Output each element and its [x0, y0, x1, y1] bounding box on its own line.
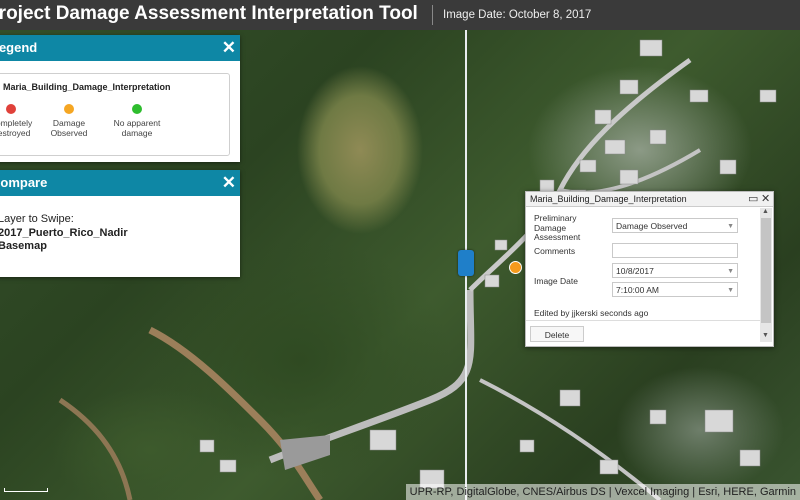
legend-damage-dot-icon	[64, 104, 74, 114]
swipe-label: Layer to Swipe:	[0, 213, 74, 225]
image-date-value: 10/8/2017	[616, 266, 654, 276]
image-time-select[interactable]: 7:10:00 AM ▼	[612, 282, 738, 297]
header-divider	[432, 5, 433, 25]
scroll-down-icon[interactable]: ▼	[762, 332, 769, 339]
legend-label: Destroyed	[0, 128, 31, 138]
legend-no-damage-dot-icon	[132, 104, 142, 114]
dirt-road	[148, 326, 323, 500]
maximize-icon[interactable]: ▭	[748, 192, 758, 205]
compare-panel-header: Compare ✕	[0, 170, 240, 196]
compare-panel-title: Compare	[0, 175, 48, 190]
close-icon[interactable]: ✕	[761, 192, 770, 205]
image-time-value: 7:10:00 AM	[616, 285, 660, 295]
legend-item-no-damage: No apparent damage	[105, 104, 169, 138]
comments-label: Comments	[534, 246, 576, 256]
damage-assessment-value: Damage Observed	[616, 221, 688, 231]
popup-footer-divider	[526, 320, 761, 321]
compare-panel: Compare ✕ Layer to Swipe: 2017_Puerto_Ri…	[0, 170, 240, 277]
edited-by-text: Edited by jjkerski seconds ago	[534, 308, 649, 318]
legend-label: Damage	[52, 118, 86, 128]
legend-label: Observed	[50, 128, 88, 138]
chevron-down-icon: ▼	[727, 223, 734, 230]
app-title: Project Damage Assessment Interpretation…	[0, 3, 418, 24]
close-icon[interactable]: ✕	[222, 170, 236, 196]
damage-observed-marker[interactable]	[509, 261, 522, 274]
popup-header: Maria_Building_Damage_Interpretation ▭ ✕	[526, 192, 773, 207]
feature-popup: Maria_Building_Damage_Interpretation ▭ ✕…	[525, 191, 774, 347]
image-date-label: Image Date	[534, 276, 578, 286]
image-date-select[interactable]: 10/8/2017 ▼	[612, 263, 738, 278]
chevron-down-icon: ▼	[727, 268, 734, 275]
legend-layer-name: Maria_Building_Damage_Interpretation	[3, 82, 171, 92]
bridge	[280, 435, 330, 470]
swipe-layer-name[interactable]: 2017_Puerto_Rico_Nadir	[0, 227, 128, 239]
legend-panel-header: Legend ✕	[0, 35, 240, 61]
legend-label: Completely	[0, 118, 33, 128]
legend-box: Maria_Building_Damage_Interpretation Com…	[0, 73, 230, 156]
close-icon[interactable]: ✕	[222, 35, 236, 61]
dirt-road-2	[58, 397, 133, 500]
legend-panel: Legend ✕ Maria_Building_Damage_Interpret…	[0, 35, 240, 162]
damage-assessment-label: Preliminary Damage Assessment	[534, 213, 581, 242]
legend-panel-title: Legend	[0, 40, 38, 55]
swipe-layer-name-line2[interactable]: Basemap	[0, 240, 47, 252]
app-header: Project Damage Assessment Interpretation…	[0, 0, 800, 30]
legend-label: damage	[121, 128, 153, 138]
legend-label: No apparent	[113, 118, 161, 128]
delete-button[interactable]: Delete	[530, 326, 584, 342]
legend-item-damage-observed: Damage Observed	[37, 104, 101, 138]
popup-title: Maria_Building_Damage_Interpretation	[530, 194, 687, 204]
image-date: Image Date: October 8, 2017	[443, 9, 592, 21]
chevron-down-icon: ▼	[727, 287, 734, 294]
damage-assessment-select[interactable]: Damage Observed ▼	[612, 218, 738, 233]
scale-bar	[4, 488, 48, 492]
legend-destroyed-dot-icon	[6, 104, 16, 114]
scroll-thumb[interactable]	[761, 218, 771, 323]
map-attribution: UPR-RP, DigitalGlobe, CNES/Airbus DS | V…	[405, 484, 800, 500]
swipe-handle[interactable]	[458, 250, 474, 276]
scroll-up-icon[interactable]: ▲	[762, 208, 769, 215]
popup-scrollbar[interactable]: ▲ ▼	[760, 208, 772, 342]
comments-field[interactable]	[612, 243, 738, 258]
